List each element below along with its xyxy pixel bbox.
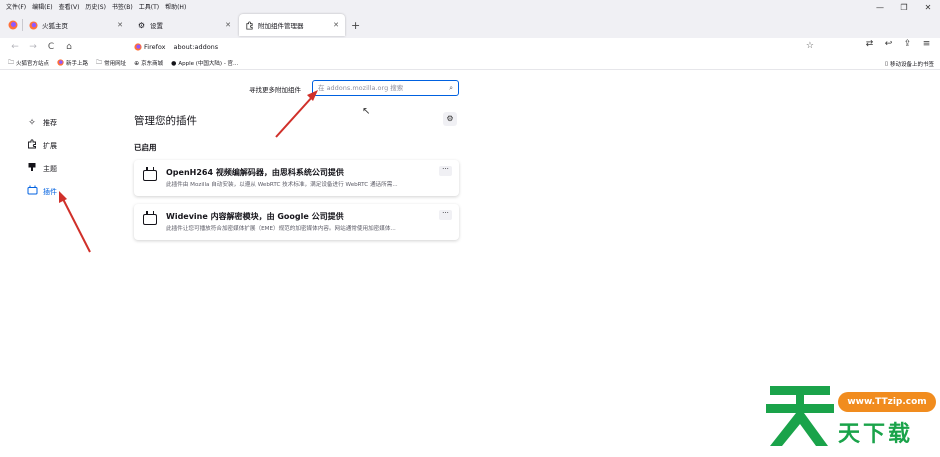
watermark-text: 天下载 <box>838 422 914 447</box>
watermark-url: www.TTzip.com <box>838 392 936 412</box>
arrow-to-plugins <box>59 191 91 253</box>
arrow-to-search <box>275 90 318 138</box>
watermark-logo <box>766 386 834 446</box>
